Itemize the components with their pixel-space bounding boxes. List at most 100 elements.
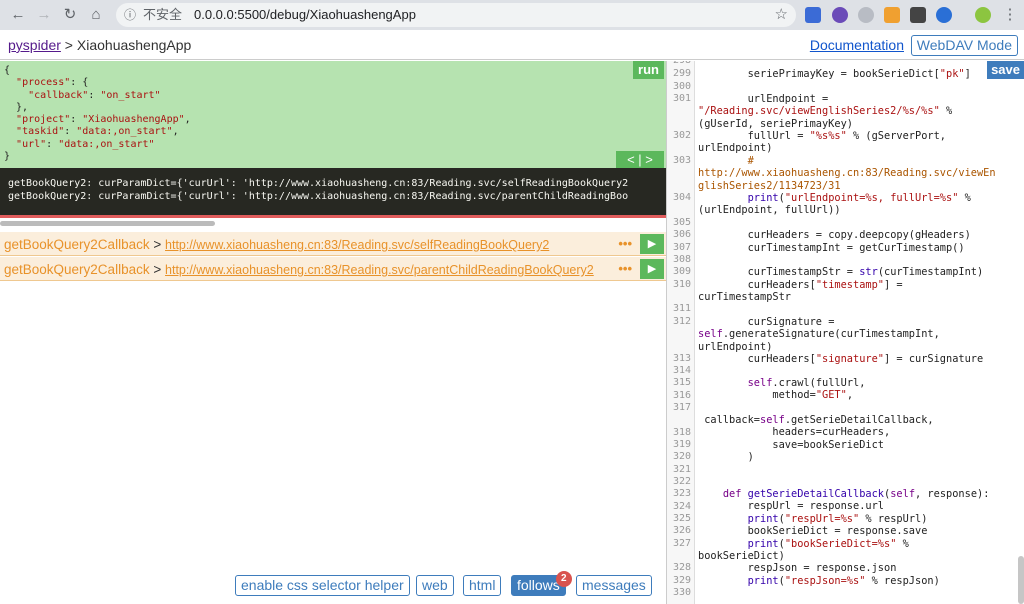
follow-item[interactable]: getBookQuery2Callback > http://www.xiaoh…	[0, 257, 666, 281]
code-line: curSignature = self.generateSignature(cu…	[698, 316, 940, 353]
extension-qr-icon[interactable]	[910, 7, 926, 23]
extension-jh-icon[interactable]	[805, 7, 821, 23]
pyspider-link[interactable]: pyspider	[8, 37, 61, 53]
line-number: 326	[672, 525, 691, 536]
code-line: fullUrl = "%s%s" % (gServerPort, urlEndp…	[698, 130, 947, 155]
code-line: curTimestampInt = getCurTimestamp()	[698, 242, 965, 254]
line-number: 306	[672, 229, 691, 240]
breadcrumb: pyspider > XiaohuashengApp	[8, 37, 191, 53]
reload-icon[interactable]: ↻	[58, 3, 82, 27]
run-follow-icon[interactable]: ▶	[640, 234, 664, 254]
back-icon[interactable]: ←	[6, 3, 30, 27]
console-output: getBookQuery2: curParamDict={'curUrl': '…	[0, 168, 666, 215]
line-number: 322	[672, 476, 691, 487]
more-icon[interactable]: •••	[618, 236, 632, 251]
line-number: 300	[672, 81, 691, 92]
tab-html[interactable]: html	[463, 575, 502, 596]
prev-task-button[interactable]: <	[627, 152, 635, 167]
line-number: 327	[672, 538, 691, 549]
extension-gear-icon[interactable]	[858, 7, 874, 23]
home-icon[interactable]: ⌂	[84, 3, 108, 27]
console-divider	[0, 215, 666, 219]
line-number: 307	[672, 242, 691, 253]
extension-blue-icon[interactable]	[936, 7, 952, 23]
line-number: 317	[672, 402, 691, 413]
line-number: 301	[672, 93, 691, 104]
console-line: getBookQuery2: curParamDict={'curUrl': '…	[8, 178, 629, 189]
line-number: 303	[672, 155, 691, 166]
profile-avatar[interactable]	[975, 7, 991, 23]
debug-panel: { "process": { "callback": "on_start" },…	[0, 61, 666, 604]
code-editor[interactable]: 298 299 300 301 302 303 304 305 306 307 …	[666, 61, 1024, 604]
line-number: 309	[672, 266, 691, 277]
follow-item[interactable]: getBookQuery2Callback > http://www.xiaoh…	[0, 232, 666, 256]
tab-follows[interactable]: follows 2	[511, 571, 572, 596]
extension-circle-icon[interactable]	[832, 7, 848, 23]
line-number: 329	[672, 575, 691, 586]
url-text[interactable]: 0.0.0.0:5500/debug/XiaohuashengApp	[194, 3, 416, 27]
line-number: 316	[672, 390, 691, 401]
line-number: 328	[672, 562, 691, 573]
breadcrumb-separator: >	[60, 37, 77, 53]
more-icon[interactable]: •••	[618, 261, 632, 276]
tab-web[interactable]: web	[416, 575, 454, 596]
code-line: self.crawl(fullUrl, method="GET",	[747, 377, 866, 402]
line-number: 323	[672, 488, 691, 499]
horizontal-scrollbar[interactable]	[0, 221, 215, 226]
line-number: 304	[672, 192, 691, 203]
line-number: 320	[672, 451, 691, 462]
save-button[interactable]: save	[987, 61, 1024, 79]
project-name: XiaohuashengApp	[76, 37, 192, 53]
code-line: seriePrimayKey = bookSerieDict["pk"]	[698, 68, 971, 80]
line-number: 318	[672, 427, 691, 438]
browser-toolbar: ← → ↻ ⌂ ⓘ 不安全 0.0.0.0:5500/debug/Xiaohua…	[0, 0, 1024, 30]
line-number: 319	[672, 439, 691, 450]
extension-orange-icon[interactable]	[884, 7, 900, 23]
run-follow-icon[interactable]: ▶	[640, 259, 664, 279]
info-icon[interactable]: ⓘ	[124, 3, 136, 27]
line-number: 324	[672, 501, 691, 512]
code-line: # http://www.xiaohuasheng.cn:83/Reading.…	[698, 155, 996, 192]
tab-follows-label: follows	[517, 577, 560, 593]
code-line: urlEndpoint = "/Reading.svc/viewEnglishS…	[698, 93, 953, 130]
code-line: curTimestampStr = str(curTimestampInt)	[698, 266, 984, 278]
follow-callback: getBookQuery2Callback	[4, 237, 150, 252]
menu-kebab-icon[interactable]: ⋮	[998, 3, 1022, 27]
line-number: 315	[672, 377, 691, 388]
line-number: 330	[672, 587, 691, 598]
task-history-nav: < | >	[616, 151, 664, 168]
line-number: 312	[672, 316, 691, 327]
bookmark-star-icon[interactable]: ☆	[775, 3, 788, 27]
address-bar[interactable]: ⓘ 不安全 0.0.0.0:5500/debug/XiaohuashengApp…	[116, 3, 796, 27]
tab-css-selector-helper[interactable]: enable css selector helper	[235, 575, 410, 596]
vertical-scrollbar[interactable]	[1018, 556, 1024, 604]
line-number: 305	[672, 217, 691, 228]
security-label: 不安全	[143, 7, 183, 22]
next-task-button[interactable]: >	[645, 152, 653, 167]
line-number: 321	[672, 464, 691, 475]
documentation-link[interactable]: Documentation	[810, 37, 904, 53]
line-number: 325	[672, 513, 691, 524]
code-line: curHeaders["timestamp"] = curTimestampSt…	[698, 279, 903, 304]
code-line: curHeaders = copy.deepcopy(gHeaders)	[698, 229, 971, 241]
console-line: getBookQuery2: curParamDict={'curUrl': '…	[8, 191, 629, 202]
forward-icon[interactable]: →	[32, 3, 56, 27]
follow-url-link[interactable]: http://www.xiaohuasheng.cn:83/Reading.sv…	[165, 263, 594, 277]
follow-callback: getBookQuery2Callback	[4, 262, 150, 277]
webdav-mode-button[interactable]: WebDAV Mode	[910, 35, 1018, 56]
line-number: 313	[672, 353, 691, 364]
code-line: print("urlEndpoint=%s, fullUrl=%s" % (ur…	[698, 192, 971, 217]
task-json-editor[interactable]: { "process": { "callback": "on_start" },…	[0, 61, 666, 168]
line-number: 311	[672, 303, 691, 314]
code-line: curHeaders["signature"] = curSignature	[698, 353, 984, 365]
line-number: 299	[672, 68, 691, 79]
tab-messages[interactable]: messages	[576, 575, 652, 596]
line-number-gutter: 298 299 300 301 302 303 304 305 306 307 …	[667, 61, 695, 604]
code-line: callback=self.getSerieDetailCallback, he…	[698, 414, 934, 464]
follow-url-link[interactable]: http://www.xiaohuasheng.cn:83/Reading.sv…	[165, 238, 549, 252]
line-number: 314	[672, 365, 691, 376]
line-number: 308	[672, 254, 691, 265]
app-header: pyspider > XiaohuashengApp Documentation…	[0, 30, 1024, 60]
run-button[interactable]: run	[633, 61, 664, 79]
code-line: def getSerieDetailCallback(self, respons…	[698, 488, 990, 587]
